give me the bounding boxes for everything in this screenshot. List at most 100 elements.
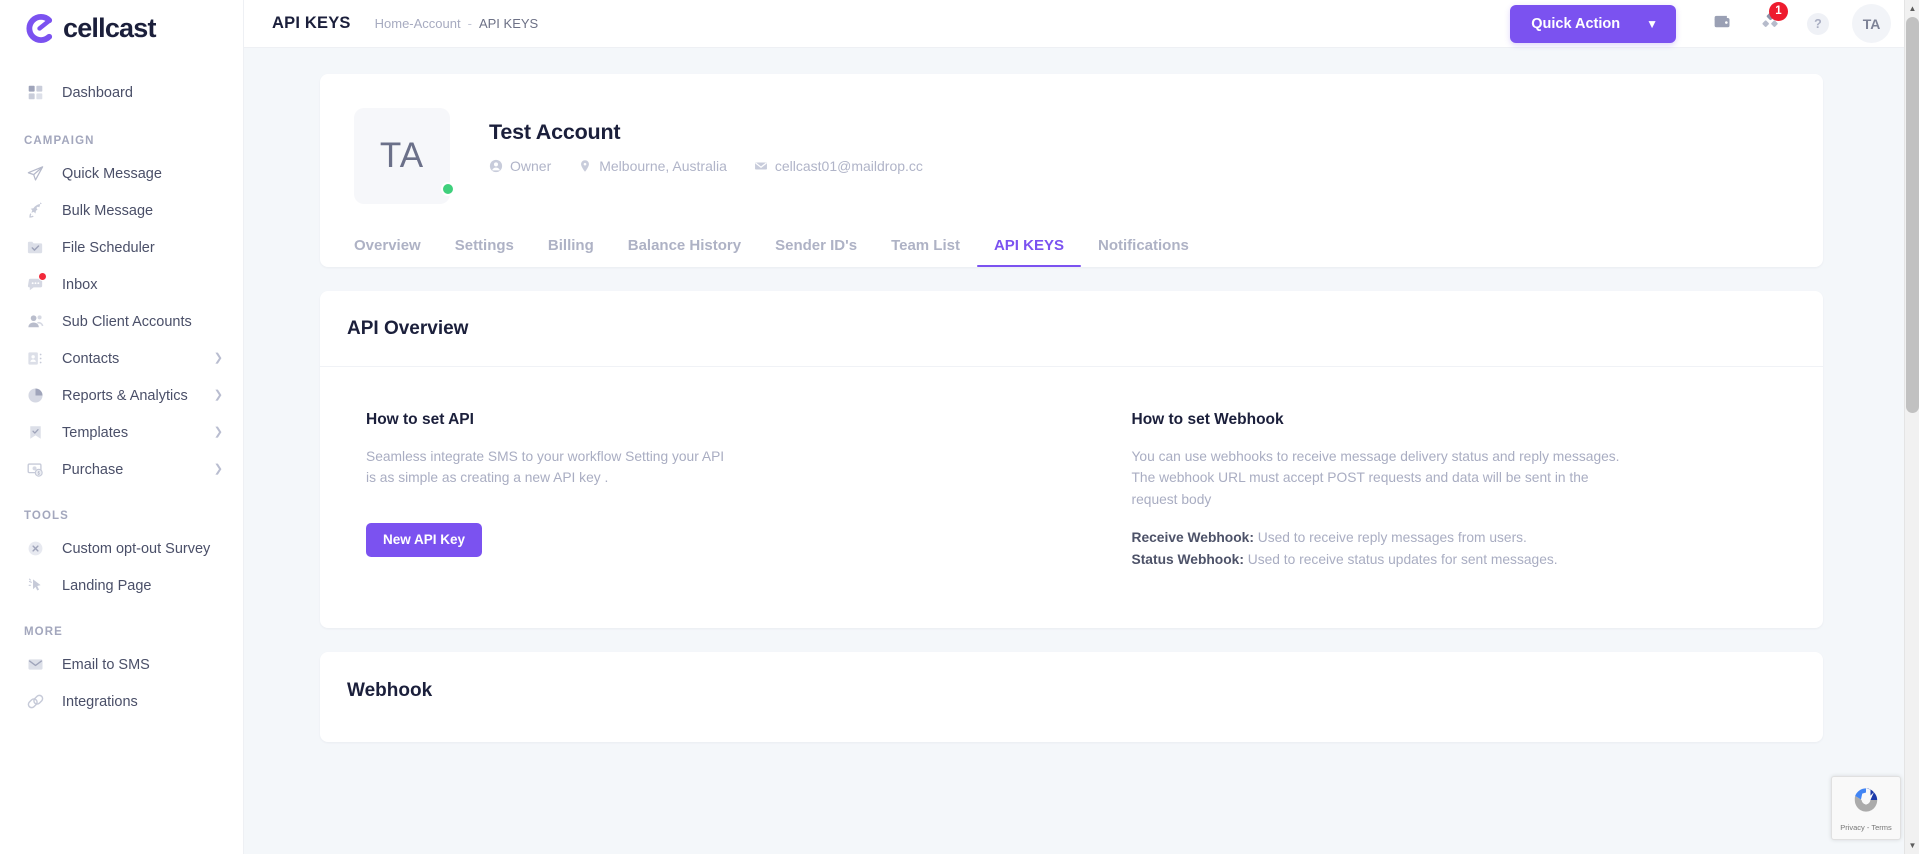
topbar-actions: Quick Action ▼ 1 ? TA	[1510, 0, 1891, 48]
tab-sender-ids[interactable]: Sender ID's	[758, 237, 874, 267]
sidebar-item-label: Dashboard	[62, 84, 133, 101]
receive-webhook-label: Receive Webhook:	[1131, 530, 1254, 546]
avatar[interactable]: TA	[1852, 4, 1891, 43]
sidebar-item-label: File Scheduler	[62, 239, 155, 256]
sidebar-item-landing-page[interactable]: Landing Page	[0, 567, 243, 604]
recaptcha-icon	[1850, 784, 1882, 821]
account-role-label: Owner	[510, 158, 552, 174]
sidebar-item-label: Contacts	[62, 350, 120, 367]
how-to-set-webhook-text: You can use webhooks to receive message …	[1131, 449, 1620, 507]
chevron-down-icon: ▼	[1646, 16, 1658, 31]
webhook-types: Receive Webhook: Used to receive reply m…	[1132, 527, 1778, 572]
status-webhook-label: Status Webhook:	[1131, 552, 1244, 568]
breadcrumb-home[interactable]: Home-Account	[375, 16, 461, 31]
tab-balance-history[interactable]: Balance History	[611, 237, 758, 267]
sidebar-item-label: Sub Client Accounts	[62, 313, 192, 330]
sidebar-nav: Dashboard CAMPAIGN Quick Message Bulk Me…	[0, 74, 243, 720]
brand-name: cellcast	[63, 12, 156, 43]
quick-action-button[interactable]: Quick Action ▼	[1510, 4, 1676, 43]
account-location-label: Melbourne, Australia	[599, 158, 727, 174]
sidebar-item-integrations[interactable]: Integrations	[0, 683, 243, 720]
webhook-card: Webhook	[320, 651, 1823, 742]
breadcrumb-current: API KEYS	[478, 16, 539, 31]
plug-icon	[24, 691, 46, 713]
sidebar-item-email-to-sms[interactable]: Email to SMS	[0, 646, 243, 683]
tab-api-keys[interactable]: API KEYS	[976, 237, 1082, 267]
account-info: Test Account Owner Melbourne, Australia …	[489, 108, 923, 174]
tab-notifications[interactable]: Notifications	[1081, 237, 1206, 267]
breadcrumb: Home-Account - API KEYS	[375, 16, 539, 31]
new-api-key-button[interactable]: New API Key	[366, 522, 483, 557]
folder-check-icon	[24, 237, 46, 259]
account-avatar: TA	[354, 108, 455, 204]
how-to-set-webhook-column: How to set Webhook You can use webhooks …	[1132, 411, 1778, 572]
sidebar-item-label: Purchase	[62, 461, 124, 478]
account-role: Owner	[489, 158, 551, 174]
how-to-set-api-title: How to set API	[366, 411, 474, 428]
scroll-down-arrow-icon[interactable]: ▼	[1905, 837, 1919, 854]
inbox-unread-badge	[38, 271, 47, 281]
topbar: » API KEYS Home-Account - API KEYS Quick…	[244, 0, 1919, 48]
sidebar-item-templates[interactable]: Templates ❯	[0, 414, 243, 451]
user-circle-icon	[489, 159, 503, 173]
sidebar-item-label: Custom opt-out Survey	[62, 540, 211, 557]
pie-chart-icon	[24, 385, 46, 407]
cursor-click-icon	[24, 575, 46, 597]
cellcast-c-logo-icon	[24, 13, 55, 44]
account-avatar-initials: TA	[379, 136, 425, 175]
account-name: Test Account	[489, 120, 621, 144]
breadcrumb-separator: -	[467, 16, 472, 31]
app-root: cellcast Dashboard CAMPAIGN Quick Messag…	[0, 0, 1919, 854]
grid-dashboard-icon	[24, 82, 46, 104]
api-overview-body: How to set API Seamless integrate SMS to…	[320, 367, 1823, 628]
brand[interactable]: cellcast	[0, 4, 243, 52]
sidebar-item-label: Landing Page	[62, 577, 152, 594]
sidebar-item-file-scheduler[interactable]: File Scheduler	[0, 229, 243, 266]
sidebar-section-more: MORE	[24, 626, 63, 638]
sidebar-item-label: Quick Message	[62, 165, 162, 182]
paper-plane-icon	[24, 163, 46, 185]
envelope-icon	[754, 159, 768, 173]
sidebar-item-label: Reports & Analytics	[62, 387, 188, 404]
scrollbar-thumb[interactable]	[1906, 17, 1919, 413]
how-to-set-api-column: How to set API Seamless integrate SMS to…	[366, 411, 1132, 572]
sidebar-item-reports-analytics[interactable]: Reports & Analytics ❯	[0, 377, 243, 414]
sidebar-item-sub-client-accounts[interactable]: Sub Client Accounts	[0, 303, 243, 340]
envelope-icon	[24, 654, 46, 676]
sidebar-item-purchase[interactable]: $ Purchase ❯	[0, 451, 243, 488]
wallet-button[interactable]	[1698, 0, 1746, 48]
account-email: cellcast01@maildrop.cc	[754, 158, 923, 174]
api-overview-header: API Overview	[320, 291, 1823, 367]
apps-button[interactable]: 1	[1746, 0, 1794, 48]
receive-webhook-text: Used to receive reply messages from user…	[1253, 530, 1527, 546]
chevron-right-icon: ❯	[213, 352, 223, 364]
status-webhook-line: Status Webhook: Used to receive status u…	[1132, 549, 1778, 571]
page-scrollbar[interactable]: ▲ ▼	[1904, 0, 1919, 854]
api-overview-card: API Overview How to set API Seamless int…	[320, 291, 1823, 628]
tab-team-list[interactable]: Team List	[874, 237, 977, 267]
sidebar-item-inbox[interactable]: Inbox	[0, 266, 243, 303]
sidebar-item-quick-message[interactable]: Quick Message	[0, 155, 243, 192]
contact-card-icon	[24, 348, 46, 370]
map-pin-icon	[578, 159, 592, 173]
account-email-label: cellcast01@maildrop.cc	[774, 158, 923, 174]
sidebar-item-bulk-message[interactable]: Bulk Message	[0, 192, 243, 229]
sidebar-item-dashboard[interactable]: Dashboard	[0, 74, 243, 111]
tab-settings[interactable]: Settings	[438, 237, 531, 267]
sidebar-item-custom-opt-out-survey[interactable]: Custom opt-out Survey	[0, 530, 243, 567]
receive-webhook-line: Receive Webhook: Used to receive reply m…	[1132, 527, 1778, 549]
content-scroll-area: TA Test Account Owner Melbourne, Austral…	[244, 48, 1919, 854]
status-webhook-text: Used to receive status updates for sent …	[1243, 552, 1558, 568]
help-button[interactable]: ?	[1794, 0, 1842, 48]
chat-bubble-icon	[24, 271, 47, 296]
sidebar-item-contacts[interactable]: Contacts ❯	[0, 340, 243, 377]
tab-billing[interactable]: Billing	[531, 237, 611, 267]
account-meta: Owner Melbourne, Australia cellcast01@ma…	[489, 158, 923, 174]
page-title: API KEYS	[272, 14, 351, 32]
scroll-up-arrow-icon[interactable]: ▲	[1905, 0, 1919, 17]
main-area: » API KEYS Home-Account - API KEYS Quick…	[244, 0, 1919, 854]
quick-action-label: Quick Action	[1531, 15, 1621, 32]
sidebar-section-campaign: CAMPAIGN	[24, 135, 95, 147]
tab-overview[interactable]: Overview	[354, 237, 438, 267]
recaptcha-badge[interactable]: Privacy - Terms	[1831, 776, 1901, 840]
